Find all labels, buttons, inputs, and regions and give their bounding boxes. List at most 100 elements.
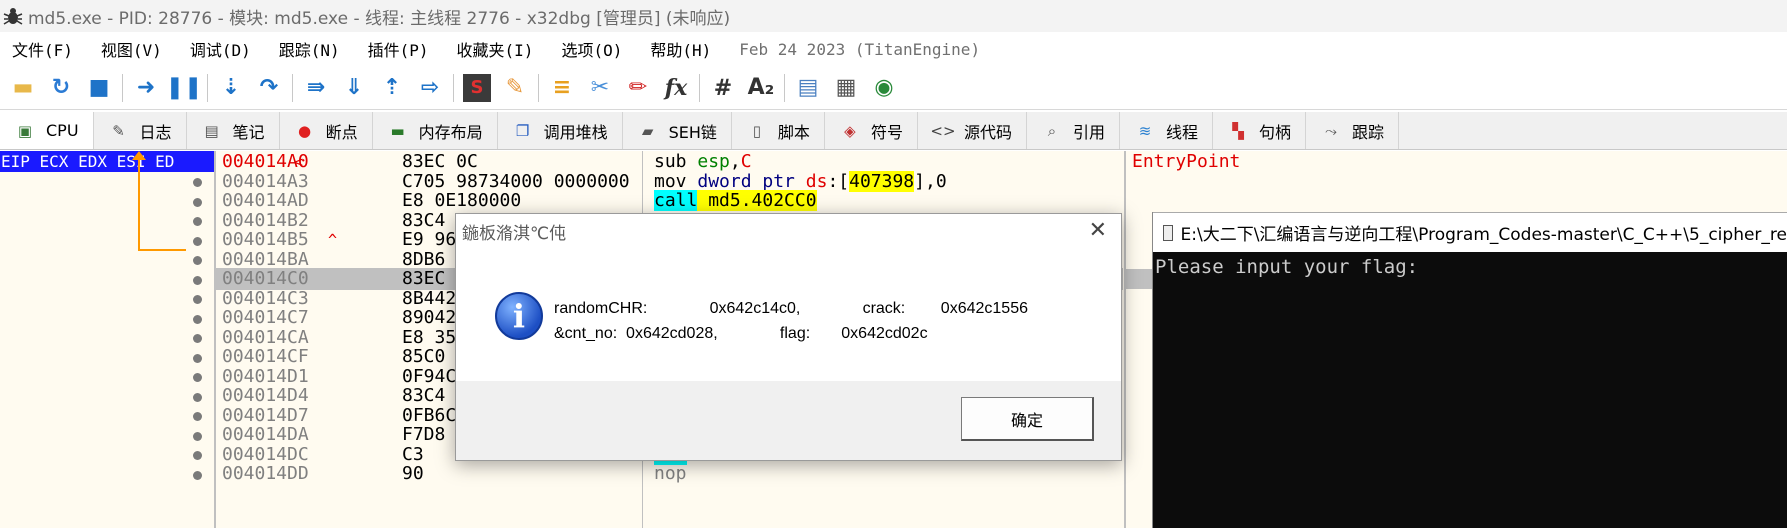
trace-into-icon[interactable]: ⇛ [302,74,330,102]
script-icon[interactable]: ▤ [794,74,822,102]
open-icon[interactable]: ▬ [9,74,37,102]
close-icon[interactable]: ✕ [1089,218,1107,243]
pause-icon[interactable]: ❚❚ [166,74,203,102]
comment-icon[interactable]: ≡ [548,74,576,102]
font-icon[interactable]: A₂ [747,74,775,102]
tab-call-stack[interactable]: ❐ 调用堆栈 [498,112,623,149]
toolbar-separator [699,73,700,102]
breakpoint-dot[interactable] [193,178,202,187]
breakpoint-dot[interactable] [193,295,202,304]
menu-item-4[interactable]: 插件(P) [354,37,443,61]
menu-bar: 文件(F) 视图(V) 调试(D) 跟踪(N) 插件(P) 收藏夹(I) 选项(O) 帮助(H… [0,32,1787,66]
console-output: Please input your flag: [1155,256,1419,278]
trace-over-icon[interactable]: ⇓ [340,74,368,102]
tab-breakpoint[interactable]: ● 断点 [280,112,373,149]
mnemonic: call [654,190,698,211]
function-icon[interactable]: fx [662,74,690,102]
operand: ],0 [914,170,947,192]
bookmark-icon[interactable]: ✏ [624,74,652,102]
dialog-titlebar[interactable]: 鍦板潃淇℃伅 ✕ [456,214,1121,249]
tab-notes[interactable]: ▤ 笔记 [187,112,280,149]
jump-arrow-head [132,151,146,160]
toolbar-separator [207,73,208,102]
menu-item-6[interactable]: 选项(O) [547,37,636,61]
step-over-icon[interactable]: ↷ [255,74,283,102]
jump-arrow-tail [138,249,186,251]
stop-icon[interactable]: ■ [85,74,113,102]
menu-item-7[interactable]: 帮助(H) [636,37,725,61]
tab-threads[interactable]: ≋ 线程 [1120,112,1213,149]
menu-item-5[interactable]: 收藏夹(I) [443,37,548,61]
breakpoint-dot[interactable] [193,353,202,363]
operand [687,171,698,192]
tab-handles[interactable]: ▚ 句柄 [1213,112,1307,149]
operand: , [729,151,741,172]
run-icon[interactable]: ➜ [132,74,160,102]
register-columns-header: EIP ECX EDX ESI ED [0,151,214,172]
tab-log[interactable]: ✎ 日志 [94,112,187,149]
tab-script[interactable]: ▯ 脚本 [732,112,825,149]
breakpoint-dot[interactable] [193,236,202,246]
restart-icon[interactable]: ↻ [47,74,75,102]
execute-till-return-icon[interactable]: ⇡ [378,74,406,102]
scylla-icon[interactable]: S [463,73,491,102]
comments-divider[interactable] [1124,151,1126,528]
menu-item-0[interactable]: 文件(F) [0,37,87,61]
message-dialog: 鍦板潃淇℃伅 ✕ i randomCHR: 0x642c14c0, crack:… [455,213,1122,461]
calculator-icon[interactable]: ▦ [832,74,860,102]
tab-label: 断点 [325,122,358,142]
breakpoint-dot[interactable] [193,392,202,402]
memory-map-icon: ▬ [390,121,405,140]
menu-item-2[interactable]: 调试(D) [176,37,265,61]
patch-icon[interactable]: ✎ [501,74,529,102]
console-window[interactable]: E:\大二下\汇编语言与逆向工程\Program_Codes-master\C_… [1152,212,1787,528]
tab-cpu[interactable]: ▣ CPU [0,112,94,149]
menu-item-1[interactable]: 视图(V) [87,37,176,61]
entrypoint-comment: EntryPoint [1132,151,1241,172]
tab-memory-map[interactable]: ▬ 内存布局 [373,112,498,149]
breakpoint-dot[interactable] [193,451,202,460]
tab-source[interactable]: <> 源代码 [918,112,1027,149]
globe-icon[interactable]: ◉ [870,74,898,102]
tab-references[interactable]: ⌕ 引用 [1027,112,1120,149]
title-bar: md5.exe - PID: 28776 - 模块: md5.exe - 线程:… [0,0,1787,32]
tab-label: CPU [46,121,79,140]
disasm-row[interactable]: 004014DD 90 nop [216,463,1123,485]
toolbar-separator [538,73,539,102]
breakpoint-dot[interactable] [193,217,202,226]
tab-symbols[interactable]: ◈ 符号 [825,112,918,149]
tab-label: 跟踪 [1352,122,1385,142]
references-icon: ⌕ [1047,121,1057,140]
breakpoint-dot[interactable] [193,256,202,265]
console-title: E:\大二下\汇编语言与逆向工程\Program_Codes-master\C_… [1180,225,1787,245]
operand: esp [697,151,730,172]
tab-seh[interactable]: ▰ SEH链 [623,112,732,149]
breakpoint-dot[interactable] [193,314,202,324]
window-title: md5.exe - PID: 28776 - 模块: md5.exe - 线程:… [28,8,731,29]
operand: md5.402CC0 [697,190,817,211]
run-to-user-code-icon[interactable]: ⇨ [416,74,444,102]
breakpoint-dot[interactable] [193,470,202,480]
symbols-icon: ◈ [844,121,856,140]
breakpoint-dot[interactable] [193,431,202,441]
hash-icon[interactable]: # [709,74,737,102]
notes-icon: ▤ [204,121,219,140]
handles-icon: ▚ [1232,121,1244,140]
tab-label: 调用堆栈 [543,122,608,142]
breakpoint-dot[interactable] [193,412,202,421]
breakpoint-dot[interactable] [193,334,202,343]
breakpoint-icon: ● [298,121,312,140]
toolbar-separator [122,73,123,102]
ok-button[interactable]: 确定 [961,397,1094,441]
tab-label: 句柄 [1259,122,1292,142]
x32dbg-bug-icon [3,8,23,25]
menu-item-3[interactable]: 跟踪(N) [265,37,354,61]
console-titlebar[interactable]: E:\大二下\汇编语言与逆向工程\Program_Codes-master\C_… [1153,212,1787,252]
breakpoint-dot[interactable] [193,275,202,285]
breakpoint-dot[interactable] [193,373,202,382]
breakpoint-dot[interactable] [193,197,202,207]
tab-trace[interactable]: ⤳ 跟踪 [1306,112,1400,149]
step-into-icon[interactable]: ⇣ [217,74,245,102]
mnemonic: sub [654,151,687,172]
label-icon[interactable]: ✂ [586,74,614,102]
